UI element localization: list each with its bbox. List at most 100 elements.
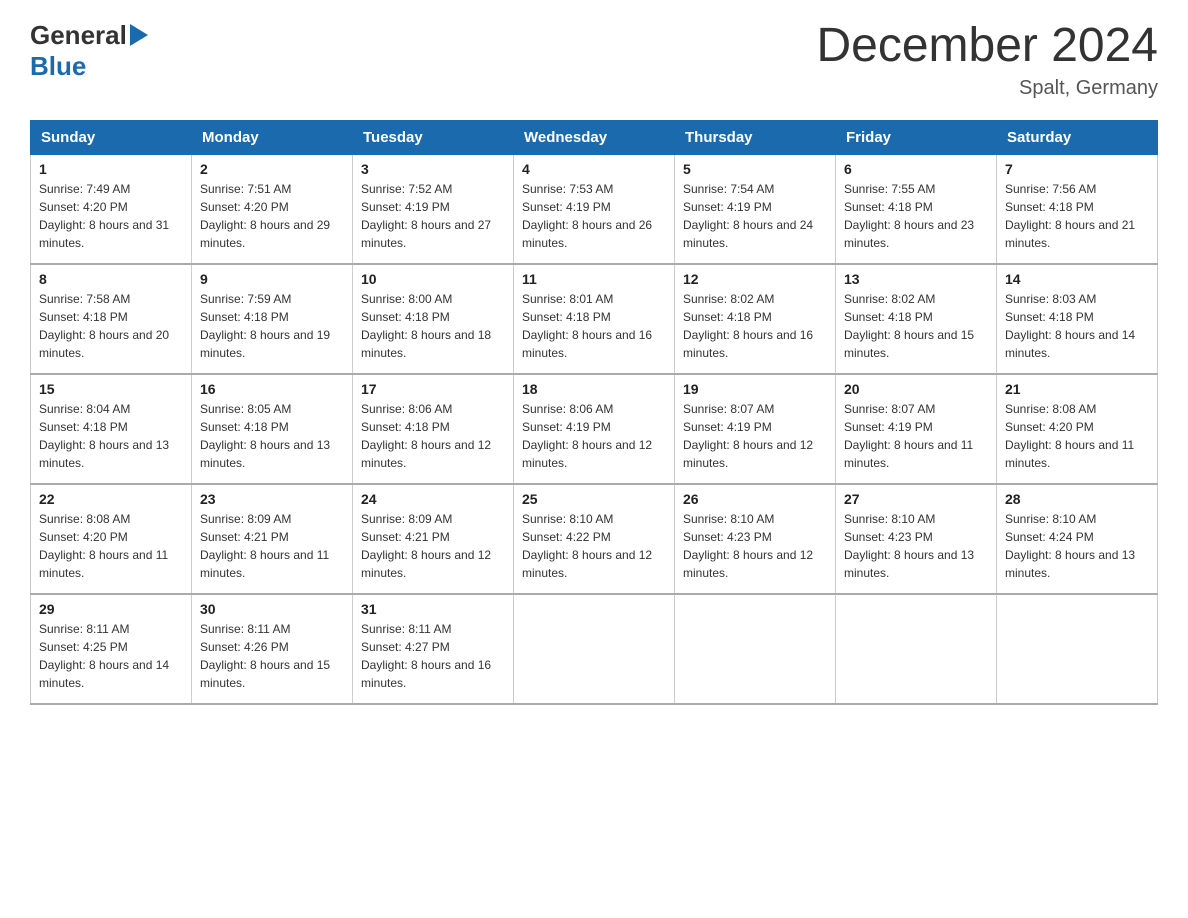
calendar-cell: 30 Sunrise: 8:11 AMSunset: 4:26 PMDaylig… xyxy=(192,594,353,704)
calendar-header-row: SundayMondayTuesdayWednesdayThursdayFrid… xyxy=(31,120,1158,154)
title-block: December 2024 Spalt, Germany xyxy=(816,20,1158,100)
logo: General Blue xyxy=(30,20,148,82)
day-info: Sunrise: 8:00 AMSunset: 4:18 PMDaylight:… xyxy=(361,292,491,360)
day-info: Sunrise: 8:06 AMSunset: 4:19 PMDaylight:… xyxy=(522,402,652,470)
calendar-cell: 29 Sunrise: 8:11 AMSunset: 4:25 PMDaylig… xyxy=(31,594,192,704)
logo-arrow-icon xyxy=(130,24,148,48)
day-info: Sunrise: 7:53 AMSunset: 4:19 PMDaylight:… xyxy=(522,182,652,250)
day-info: Sunrise: 8:09 AMSunset: 4:21 PMDaylight:… xyxy=(361,512,491,580)
day-info: Sunrise: 8:10 AMSunset: 4:23 PMDaylight:… xyxy=(683,512,813,580)
day-info: Sunrise: 7:52 AMSunset: 4:19 PMDaylight:… xyxy=(361,182,491,250)
calendar-cell: 8 Sunrise: 7:58 AMSunset: 4:18 PMDayligh… xyxy=(31,264,192,374)
day-number: 16 xyxy=(200,381,344,397)
day-number: 30 xyxy=(200,601,344,617)
calendar-week-row: 1 Sunrise: 7:49 AMSunset: 4:20 PMDayligh… xyxy=(31,154,1158,264)
day-info: Sunrise: 8:06 AMSunset: 4:18 PMDaylight:… xyxy=(361,402,491,470)
calendar-table: SundayMondayTuesdayWednesdayThursdayFrid… xyxy=(30,120,1158,706)
calendar-cell: 14 Sunrise: 8:03 AMSunset: 4:18 PMDaylig… xyxy=(997,264,1158,374)
day-number: 20 xyxy=(844,381,988,397)
location-text: Spalt, Germany xyxy=(816,77,1158,100)
day-number: 14 xyxy=(1005,271,1149,287)
calendar-cell xyxy=(997,594,1158,704)
calendar-cell: 10 Sunrise: 8:00 AMSunset: 4:18 PMDaylig… xyxy=(353,264,514,374)
day-number: 8 xyxy=(39,271,183,287)
day-info: Sunrise: 8:11 AMSunset: 4:26 PMDaylight:… xyxy=(200,622,330,690)
day-number: 15 xyxy=(39,381,183,397)
calendar-cell: 13 Sunrise: 8:02 AMSunset: 4:18 PMDaylig… xyxy=(836,264,997,374)
day-number: 9 xyxy=(200,271,344,287)
calendar-cell: 9 Sunrise: 7:59 AMSunset: 4:18 PMDayligh… xyxy=(192,264,353,374)
month-title: December 2024 xyxy=(816,20,1158,73)
calendar-cell: 11 Sunrise: 8:01 AMSunset: 4:18 PMDaylig… xyxy=(514,264,675,374)
calendar-week-row: 15 Sunrise: 8:04 AMSunset: 4:18 PMDaylig… xyxy=(31,374,1158,484)
day-number: 21 xyxy=(1005,381,1149,397)
day-number: 25 xyxy=(522,491,666,507)
calendar-cell: 12 Sunrise: 8:02 AMSunset: 4:18 PMDaylig… xyxy=(675,264,836,374)
page-header: General Blue December 2024 Spalt, German… xyxy=(30,20,1158,100)
day-info: Sunrise: 8:10 AMSunset: 4:23 PMDaylight:… xyxy=(844,512,974,580)
day-info: Sunrise: 8:04 AMSunset: 4:18 PMDaylight:… xyxy=(39,402,169,470)
calendar-cell xyxy=(514,594,675,704)
column-header-thursday: Thursday xyxy=(675,120,836,154)
day-number: 17 xyxy=(361,381,505,397)
day-number: 7 xyxy=(1005,161,1149,177)
calendar-cell: 17 Sunrise: 8:06 AMSunset: 4:18 PMDaylig… xyxy=(353,374,514,484)
logo-blue-text: Blue xyxy=(30,51,86,81)
day-number: 28 xyxy=(1005,491,1149,507)
day-info: Sunrise: 8:02 AMSunset: 4:18 PMDaylight:… xyxy=(683,292,813,360)
day-number: 2 xyxy=(200,161,344,177)
day-info: Sunrise: 8:10 AMSunset: 4:22 PMDaylight:… xyxy=(522,512,652,580)
day-number: 19 xyxy=(683,381,827,397)
day-number: 29 xyxy=(39,601,183,617)
day-number: 4 xyxy=(522,161,666,177)
calendar-week-row: 8 Sunrise: 7:58 AMSunset: 4:18 PMDayligh… xyxy=(31,264,1158,374)
calendar-week-row: 22 Sunrise: 8:08 AMSunset: 4:20 PMDaylig… xyxy=(31,484,1158,594)
day-info: Sunrise: 8:02 AMSunset: 4:18 PMDaylight:… xyxy=(844,292,974,360)
calendar-cell: 3 Sunrise: 7:52 AMSunset: 4:19 PMDayligh… xyxy=(353,154,514,264)
day-info: Sunrise: 7:54 AMSunset: 4:19 PMDaylight:… xyxy=(683,182,813,250)
day-info: Sunrise: 8:10 AMSunset: 4:24 PMDaylight:… xyxy=(1005,512,1135,580)
day-info: Sunrise: 8:08 AMSunset: 4:20 PMDaylight:… xyxy=(1005,402,1134,470)
column-header-wednesday: Wednesday xyxy=(514,120,675,154)
calendar-cell: 1 Sunrise: 7:49 AMSunset: 4:20 PMDayligh… xyxy=(31,154,192,264)
day-number: 10 xyxy=(361,271,505,287)
calendar-cell: 23 Sunrise: 8:09 AMSunset: 4:21 PMDaylig… xyxy=(192,484,353,594)
day-info: Sunrise: 8:11 AMSunset: 4:27 PMDaylight:… xyxy=(361,622,491,690)
day-info: Sunrise: 8:09 AMSunset: 4:21 PMDaylight:… xyxy=(200,512,329,580)
calendar-cell: 15 Sunrise: 8:04 AMSunset: 4:18 PMDaylig… xyxy=(31,374,192,484)
calendar-cell: 31 Sunrise: 8:11 AMSunset: 4:27 PMDaylig… xyxy=(353,594,514,704)
day-info: Sunrise: 8:08 AMSunset: 4:20 PMDaylight:… xyxy=(39,512,168,580)
day-info: Sunrise: 7:49 AMSunset: 4:20 PMDaylight:… xyxy=(39,182,169,250)
column-header-tuesday: Tuesday xyxy=(353,120,514,154)
day-number: 23 xyxy=(200,491,344,507)
day-number: 11 xyxy=(522,271,666,287)
calendar-cell: 25 Sunrise: 8:10 AMSunset: 4:22 PMDaylig… xyxy=(514,484,675,594)
day-number: 12 xyxy=(683,271,827,287)
day-info: Sunrise: 8:01 AMSunset: 4:18 PMDaylight:… xyxy=(522,292,652,360)
day-info: Sunrise: 7:51 AMSunset: 4:20 PMDaylight:… xyxy=(200,182,330,250)
day-number: 1 xyxy=(39,161,183,177)
calendar-cell: 26 Sunrise: 8:10 AMSunset: 4:23 PMDaylig… xyxy=(675,484,836,594)
day-info: Sunrise: 8:11 AMSunset: 4:25 PMDaylight:… xyxy=(39,622,169,690)
day-number: 3 xyxy=(361,161,505,177)
calendar-cell: 21 Sunrise: 8:08 AMSunset: 4:20 PMDaylig… xyxy=(997,374,1158,484)
day-info: Sunrise: 8:03 AMSunset: 4:18 PMDaylight:… xyxy=(1005,292,1135,360)
day-info: Sunrise: 8:07 AMSunset: 4:19 PMDaylight:… xyxy=(683,402,813,470)
column-header-saturday: Saturday xyxy=(997,120,1158,154)
column-header-sunday: Sunday xyxy=(31,120,192,154)
calendar-cell: 28 Sunrise: 8:10 AMSunset: 4:24 PMDaylig… xyxy=(997,484,1158,594)
calendar-cell: 6 Sunrise: 7:55 AMSunset: 4:18 PMDayligh… xyxy=(836,154,997,264)
day-number: 18 xyxy=(522,381,666,397)
calendar-cell: 19 Sunrise: 8:07 AMSunset: 4:19 PMDaylig… xyxy=(675,374,836,484)
day-number: 5 xyxy=(683,161,827,177)
column-header-monday: Monday xyxy=(192,120,353,154)
day-info: Sunrise: 7:59 AMSunset: 4:18 PMDaylight:… xyxy=(200,292,330,360)
calendar-cell xyxy=(675,594,836,704)
day-info: Sunrise: 8:07 AMSunset: 4:19 PMDaylight:… xyxy=(844,402,973,470)
logo-general-text: General xyxy=(30,20,127,51)
calendar-cell: 20 Sunrise: 8:07 AMSunset: 4:19 PMDaylig… xyxy=(836,374,997,484)
day-info: Sunrise: 8:05 AMSunset: 4:18 PMDaylight:… xyxy=(200,402,330,470)
day-number: 13 xyxy=(844,271,988,287)
calendar-week-row: 29 Sunrise: 8:11 AMSunset: 4:25 PMDaylig… xyxy=(31,594,1158,704)
calendar-cell: 22 Sunrise: 8:08 AMSunset: 4:20 PMDaylig… xyxy=(31,484,192,594)
